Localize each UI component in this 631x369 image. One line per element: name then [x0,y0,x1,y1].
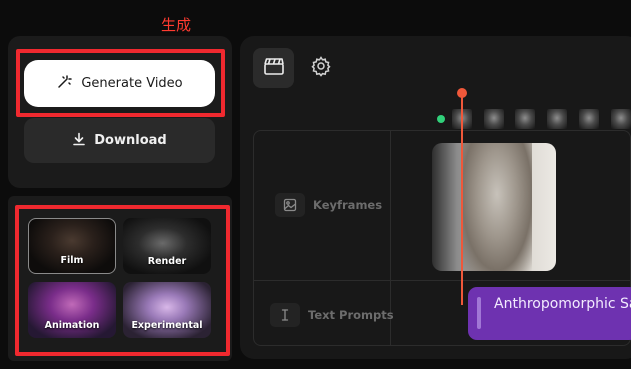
style-label-experimental: Experimental [131,320,203,331]
gear-icon [310,55,332,82]
frame-thumbnail[interactable] [579,109,599,129]
settings-button[interactable] [302,48,340,88]
download-button[interactable]: Download [24,118,215,163]
text-prompt-clip[interactable]: Anthropomorphic Sar [468,287,631,340]
image-icon [275,193,305,217]
style-label-film: Film [60,255,84,266]
clip-drag-handle[interactable] [477,297,481,329]
highlight-box-generate [16,49,225,117]
track-label-keyframes: Keyframes [275,193,382,217]
track-label-text-prompts: Text Prompts [270,303,394,327]
keyframe-figure [462,143,532,271]
download-icon [72,132,86,150]
status-dot [437,115,445,123]
frame-thumbnail[interactable] [547,109,567,129]
download-label: Download [94,133,167,148]
frame-thumbnail[interactable] [611,109,631,129]
frame-thumbnail[interactable] [484,109,504,129]
playhead-line[interactable] [461,97,463,305]
playhead-handle[interactable] [457,88,467,98]
prompt-clip-text: Anthropomorphic Sar [494,296,631,312]
style-label-animation: Animation [44,320,100,331]
highlight-box-styles [15,205,230,356]
text-cursor-icon [270,303,300,327]
style-label-render: Render [147,256,187,267]
clapperboard-tool-button[interactable] [253,48,294,88]
text-prompts-label: Text Prompts [308,308,394,322]
keyframe-thumbnail[interactable] [432,143,556,271]
track-divider [253,280,631,281]
frame-thumbnail[interactable] [515,109,535,129]
keyframes-label: Keyframes [313,198,383,212]
clapperboard-icon [263,56,285,81]
annotation-label: 生成 [161,16,192,34]
